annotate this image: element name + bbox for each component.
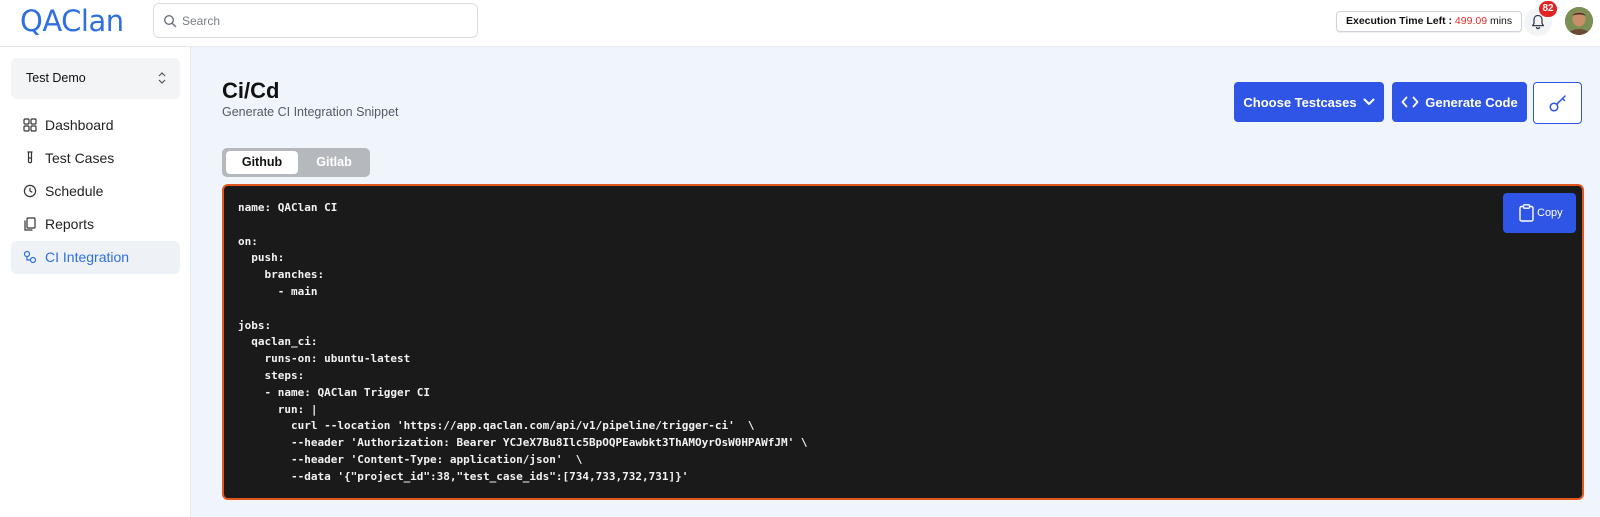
sidebar-item-test-cases[interactable]: Test Cases: [11, 142, 180, 175]
execution-time-unit: mins: [1489, 15, 1513, 27]
sidebar-item-label: CI Integration: [45, 249, 130, 265]
search-input[interactable]: [182, 12, 462, 30]
page-title: Ci/Cd: [222, 78, 280, 103]
copy-button[interactable]: Copy: [1503, 193, 1576, 233]
tab-gitlab[interactable]: Gitlab: [302, 151, 366, 174]
ci-provider-tabs: Github Gitlab: [222, 148, 370, 177]
choose-testcases-label: Choose Testcases: [1243, 94, 1357, 110]
clipboard-icon: [1519, 204, 1534, 222]
execution-time-left: Execution Time Left : 499.09 mins: [1336, 11, 1523, 32]
notification-count-badge: 82: [1539, 1, 1557, 17]
reports-icon: [24, 217, 36, 231]
sidebar-item-label: Dashboard: [45, 117, 114, 133]
bell-icon: [1531, 14, 1545, 30]
copy-label: Copy: [1537, 207, 1563, 219]
tab-github[interactable]: Github: [226, 151, 298, 174]
search-box[interactable]: [153, 3, 478, 38]
page-subtitle: Generate CI Integration Snippet: [222, 105, 399, 119]
execution-time-label: Execution Time Left :: [1346, 15, 1452, 27]
choose-testcases-button[interactable]: Choose Testcases: [1234, 82, 1384, 122]
test-tube-icon: [27, 151, 33, 164]
chevron-up-down-icon: [158, 72, 166, 84]
dashboard-icon: [23, 118, 37, 132]
chevron-down-icon: [1363, 98, 1375, 105]
clock-icon: [23, 184, 37, 198]
generate-code-label: Generate Code: [1425, 94, 1518, 110]
key-icon: [1549, 95, 1566, 112]
app-logo[interactable]: QAClan: [20, 4, 124, 38]
execution-time-value: 499.09: [1454, 15, 1488, 27]
sidebar-item-ci-integration[interactable]: CI Integration: [11, 241, 180, 274]
code-snippet-panel: name: QAClan CI on: push: branches: - ma…: [222, 184, 1584, 500]
search-icon: [163, 14, 177, 28]
sidebar-item-schedule[interactable]: Schedule: [11, 175, 180, 208]
sidebar-item-label: Reports: [45, 216, 95, 232]
generate-code-button[interactable]: Generate Code: [1392, 82, 1527, 122]
avatar-image: [1565, 7, 1593, 35]
top-bar: QAClan Execution Time Left : 499.09 mins…: [0, 0, 1600, 47]
sidebar-item-reports[interactable]: Reports: [11, 208, 180, 241]
user-avatar[interactable]: [1565, 7, 1593, 35]
sidebar-item-label: Test Cases: [45, 150, 115, 166]
api-key-button[interactable]: [1533, 82, 1582, 124]
sidebar: Test Demo Dashboard Test Cases Schedule: [0, 47, 191, 517]
project-selector[interactable]: Test Demo: [11, 58, 180, 99]
integration-icon: [23, 250, 37, 264]
code-snippet[interactable]: name: QAClan CI on: push: branches: - ma…: [238, 200, 808, 486]
code-icon: [1401, 96, 1419, 108]
sidebar-item-label: Schedule: [45, 183, 104, 199]
sidebar-item-dashboard[interactable]: Dashboard: [11, 109, 180, 142]
project-name: Test Demo: [26, 71, 86, 85]
